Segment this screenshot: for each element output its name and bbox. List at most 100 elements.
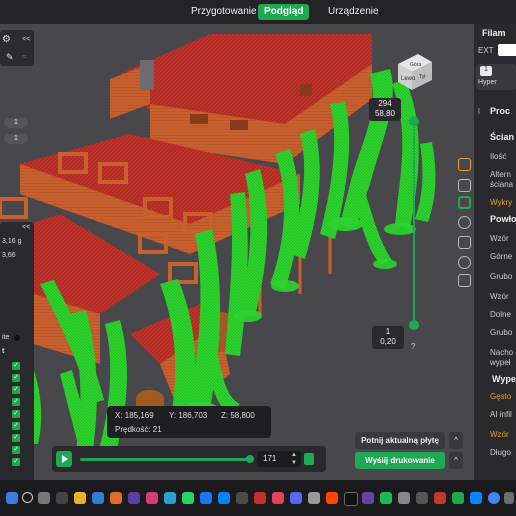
collapse-button[interactable]: << bbox=[22, 224, 30, 231]
top-layer-number: 294 bbox=[378, 99, 392, 108]
legend-panel: << 3,16 g 3,66 ite t ✓ ✓ ✓ ✓ ✓ ✓ ✓ ✓ ✓ bbox=[0, 222, 34, 484]
slicer-app-icon[interactable] bbox=[452, 492, 464, 504]
setting-label: Altern bbox=[490, 170, 511, 179]
section-shell[interactable]: Powło bbox=[490, 214, 516, 224]
layer-number-input[interactable]: 171 ▲ ▼ bbox=[257, 451, 301, 467]
instagram-icon[interactable] bbox=[272, 492, 284, 504]
ext-dropdown[interactable] bbox=[498, 44, 516, 56]
app-icon[interactable] bbox=[164, 492, 176, 504]
collapse-button[interactable]: << bbox=[22, 36, 30, 43]
app-icon[interactable] bbox=[434, 492, 446, 504]
settings-icon-strip bbox=[455, 150, 474, 290]
widgets-icon[interactable] bbox=[56, 492, 68, 504]
slider-help[interactable]: ? bbox=[411, 342, 415, 351]
setting-label: Grubo bbox=[490, 328, 513, 337]
multimaterial-icon[interactable] bbox=[458, 274, 471, 287]
edit-icon[interactable]: ✎ bbox=[6, 52, 14, 63]
chrome-icon[interactable] bbox=[488, 492, 500, 504]
left-panel: ⚙ << ✎ ≈ 1 1 << 3,16 g 3,66 ite t ✓ ✓ ✓ … bbox=[0, 26, 36, 484]
coordinate-info-box: X: 185,169 Y: 186,703 Z: 58,800 Prędkość… bbox=[107, 406, 271, 438]
filament-slot[interactable]: 1 Hyper bbox=[476, 64, 516, 90]
section-infill[interactable]: Wype bbox=[492, 374, 516, 384]
tab-device[interactable]: Urządzenie bbox=[328, 4, 379, 20]
layer-slider-track[interactable] bbox=[413, 120, 415, 325]
setting-label: Wzór bbox=[490, 234, 509, 243]
app-icon[interactable] bbox=[416, 492, 428, 504]
legend-label: t bbox=[2, 348, 5, 355]
support-icon[interactable] bbox=[458, 236, 471, 249]
slice-dropdown-arrow[interactable]: ^ bbox=[449, 432, 463, 449]
playback-bar: 171 ▲ ▼ bbox=[52, 446, 326, 472]
setting-label: Górne bbox=[490, 252, 513, 261]
app-icon[interactable] bbox=[398, 492, 410, 504]
wifi-icon[interactable]: ≈ bbox=[22, 52, 26, 61]
visibility-checkbox[interactable]: ✓ bbox=[12, 410, 20, 418]
view-cube[interactable]: Góra Lewo Tył bbox=[392, 44, 450, 92]
start-icon[interactable] bbox=[6, 492, 18, 504]
badge: 1 bbox=[14, 135, 18, 142]
top-bar: Przygotowanie Podgląd Urządzenie bbox=[0, 0, 516, 24]
setting-label: Nacho bbox=[490, 348, 514, 357]
file-explorer-icon[interactable] bbox=[74, 492, 86, 504]
play-button[interactable] bbox=[56, 451, 72, 467]
app-icon[interactable] bbox=[290, 492, 302, 504]
section-walls[interactable]: Ścian bbox=[490, 132, 514, 142]
facebook-icon[interactable] bbox=[200, 492, 212, 504]
app-icon[interactable] bbox=[326, 492, 338, 504]
taskview-icon[interactable] bbox=[38, 492, 50, 504]
palette-icon[interactable] bbox=[458, 158, 471, 171]
stepper-icon[interactable]: ▲ ▼ bbox=[291, 451, 297, 467]
spotify-icon[interactable] bbox=[380, 492, 392, 504]
tiktok-icon[interactable] bbox=[344, 492, 358, 506]
layer-slider-bottom-handle[interactable] bbox=[409, 320, 419, 330]
app-icon[interactable] bbox=[92, 492, 104, 504]
visibility-checkbox[interactable]: ✓ bbox=[12, 422, 20, 430]
visibility-checkbox[interactable]: ✓ bbox=[12, 458, 20, 466]
layers-cube-icon[interactable] bbox=[304, 453, 314, 465]
speed-icon[interactable] bbox=[458, 216, 471, 229]
ext-label: EXT bbox=[478, 46, 494, 55]
visibility-checkbox[interactable]: ✓ bbox=[12, 374, 20, 382]
visibility-checkbox[interactable]: ✓ bbox=[12, 386, 20, 394]
top-layer-height: 58,80 bbox=[374, 109, 396, 118]
search-icon[interactable] bbox=[22, 492, 33, 503]
app-icon[interactable] bbox=[236, 492, 248, 504]
setting-label: Gęsto bbox=[490, 392, 512, 401]
app-icon[interactable] bbox=[254, 492, 266, 504]
cooling-icon[interactable] bbox=[458, 256, 471, 269]
tab-preview[interactable]: Podgląd bbox=[258, 4, 310, 20]
visibility-checkbox[interactable]: ✓ bbox=[12, 398, 20, 406]
browser-icon[interactable] bbox=[470, 492, 482, 504]
gear-icon[interactable]: ⚙ bbox=[2, 34, 11, 45]
slice-plate-button[interactable]: Potnij aktualną płytę bbox=[355, 432, 445, 449]
setting-label: Ilość bbox=[490, 152, 507, 161]
y-coordinate: Y: 186,703 bbox=[169, 411, 208, 420]
layer-bottom-label: 1 0,20 bbox=[372, 326, 404, 349]
app-icon[interactable] bbox=[110, 492, 122, 504]
progress-track[interactable] bbox=[80, 458, 250, 461]
z-coordinate: Z: 58,800 bbox=[221, 411, 255, 420]
layers-icon[interactable] bbox=[458, 179, 471, 192]
app-icon[interactable] bbox=[308, 492, 320, 504]
setting-label: Wykry bbox=[490, 198, 513, 207]
layer-top-label: 294 58,80 bbox=[369, 98, 401, 121]
whatsapp-icon[interactable] bbox=[182, 492, 194, 504]
visibility-checkbox[interactable]: ✓ bbox=[12, 434, 20, 442]
visibility-checkbox[interactable]: ✓ bbox=[12, 446, 20, 454]
setting-label: wypeł bbox=[490, 358, 511, 367]
tab-prepare[interactable]: Przygotowanie bbox=[191, 4, 257, 20]
setting-label: Dolne bbox=[490, 310, 511, 319]
infill-icon[interactable] bbox=[458, 196, 471, 209]
os-taskbar bbox=[0, 480, 516, 516]
model-chimney bbox=[140, 60, 154, 90]
progress-handle[interactable] bbox=[246, 455, 254, 463]
layer-slider-top-handle[interactable] bbox=[409, 116, 419, 126]
print-button[interactable]: Wyślij drukowanie bbox=[355, 452, 445, 469]
app-icon[interactable] bbox=[504, 492, 514, 504]
app-icon[interactable] bbox=[128, 492, 140, 504]
app-icon[interactable] bbox=[146, 492, 158, 504]
print-dropdown-arrow[interactable]: ^ bbox=[449, 452, 463, 469]
app-icon[interactable] bbox=[362, 492, 374, 504]
visibility-checkbox[interactable]: ✓ bbox=[12, 362, 20, 370]
messenger-icon[interactable] bbox=[218, 492, 230, 504]
